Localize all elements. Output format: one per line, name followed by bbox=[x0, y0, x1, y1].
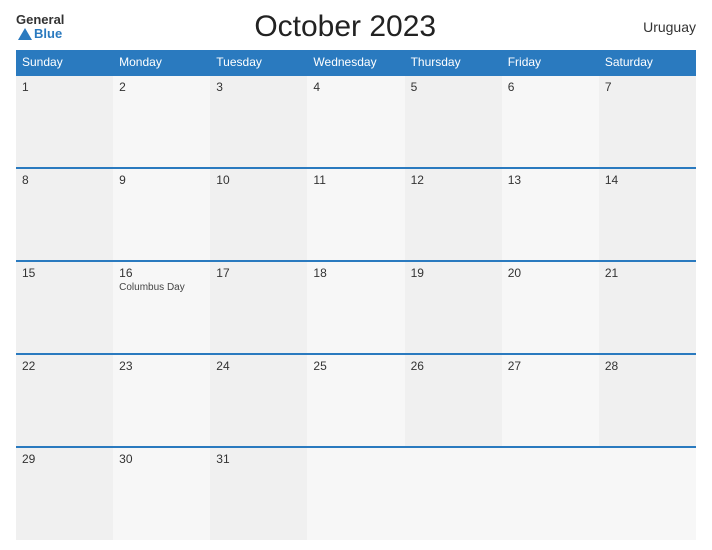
day-cell-3-1: 23 bbox=[113, 354, 210, 447]
day-cell-0-1: 2 bbox=[113, 75, 210, 168]
calendar-page: General Blue October 2023 Uruguay Sunday… bbox=[0, 0, 712, 550]
header-saturday: Saturday bbox=[599, 50, 696, 75]
day-cell-4-6 bbox=[599, 447, 696, 540]
header-monday: Monday bbox=[113, 50, 210, 75]
logo: General Blue bbox=[16, 13, 64, 42]
day-cell-0-3: 4 bbox=[307, 75, 404, 168]
day-number: 31 bbox=[216, 452, 301, 466]
week-row-3: 15 16 Columbus Day 17 18 19 20 21 bbox=[16, 261, 696, 354]
day-number: 22 bbox=[22, 359, 107, 373]
day-cell-2-4: 19 bbox=[405, 261, 502, 354]
day-number: 13 bbox=[508, 173, 593, 187]
days-header-row: Sunday Monday Tuesday Wednesday Thursday… bbox=[16, 50, 696, 75]
logo-triangle-icon bbox=[18, 28, 32, 40]
week-row-2: 89 10 11 12 13 14 bbox=[16, 168, 696, 261]
header-tuesday: Tuesday bbox=[210, 50, 307, 75]
page-header: General Blue October 2023 Uruguay bbox=[16, 10, 696, 44]
day-cell-2-6: 21 bbox=[599, 261, 696, 354]
logo-blue-text: Blue bbox=[16, 27, 62, 41]
day-number: 29 bbox=[22, 452, 107, 466]
header-friday: Friday bbox=[502, 50, 599, 75]
week-row-1: 1234567 bbox=[16, 75, 696, 168]
day-number: 30 bbox=[119, 452, 204, 466]
day-cell-3-2: 24 bbox=[210, 354, 307, 447]
header-thursday: Thursday bbox=[405, 50, 502, 75]
calendar-table: Sunday Monday Tuesday Wednesday Thursday… bbox=[16, 50, 696, 540]
day-number: 20 bbox=[508, 266, 593, 280]
day-number: 10 bbox=[216, 173, 301, 187]
day-cell-1-5: 13 bbox=[502, 168, 599, 261]
day-number: 23 bbox=[119, 359, 204, 373]
week-row-5: 29 30 31 bbox=[16, 447, 696, 540]
day-cell-1-4: 12 bbox=[405, 168, 502, 261]
day-cell-1-3: 11 bbox=[307, 168, 404, 261]
day-number: 26 bbox=[411, 359, 496, 373]
day-cell-1-2: 10 bbox=[210, 168, 307, 261]
day-number: 9 bbox=[119, 173, 204, 187]
day-cell-1-6: 14 bbox=[599, 168, 696, 261]
day-cell-3-0: 22 bbox=[16, 354, 113, 447]
day-cell-0-2: 3 bbox=[210, 75, 307, 168]
day-number: 27 bbox=[508, 359, 593, 373]
day-number: 14 bbox=[605, 173, 690, 187]
day-cell-0-6: 7 bbox=[599, 75, 696, 168]
day-number: 1 bbox=[22, 80, 107, 94]
day-number: 6 bbox=[508, 80, 593, 94]
day-cell-0-5: 6 bbox=[502, 75, 599, 168]
day-number: 11 bbox=[313, 173, 398, 187]
logo-general-text: General bbox=[16, 13, 64, 27]
day-number: 25 bbox=[313, 359, 398, 373]
day-cell-3-6: 28 bbox=[599, 354, 696, 447]
page-title: October 2023 bbox=[64, 10, 626, 44]
day-cell-4-3 bbox=[307, 447, 404, 540]
day-number: 28 bbox=[605, 359, 690, 373]
day-cell-2-2: 17 bbox=[210, 261, 307, 354]
day-number: 18 bbox=[313, 266, 398, 280]
header-wednesday: Wednesday bbox=[307, 50, 404, 75]
day-number: 3 bbox=[216, 80, 301, 94]
day-cell-4-5 bbox=[502, 447, 599, 540]
day-number: 7 bbox=[605, 80, 690, 94]
day-number: 8 bbox=[22, 173, 107, 187]
day-cell-1-1: 9 bbox=[113, 168, 210, 261]
day-number: 15 bbox=[22, 266, 107, 280]
day-number: 5 bbox=[411, 80, 496, 94]
day-event: Columbus Day bbox=[119, 282, 204, 293]
day-cell-3-4: 26 bbox=[405, 354, 502, 447]
day-number: 16 bbox=[119, 266, 204, 280]
day-cell-3-5: 27 bbox=[502, 354, 599, 447]
day-number: 2 bbox=[119, 80, 204, 94]
week-row-4: 22 23 24 25 26 27 28 bbox=[16, 354, 696, 447]
day-cell-2-0: 15 bbox=[16, 261, 113, 354]
day-cell-4-2: 31 bbox=[210, 447, 307, 540]
day-cell-0-0: 1 bbox=[16, 75, 113, 168]
day-cell-4-4 bbox=[405, 447, 502, 540]
header-sunday: Sunday bbox=[16, 50, 113, 75]
day-cell-2-5: 20 bbox=[502, 261, 599, 354]
day-cell-2-3: 18 bbox=[307, 261, 404, 354]
day-cell-2-1: 16 Columbus Day bbox=[113, 261, 210, 354]
day-number: 19 bbox=[411, 266, 496, 280]
day-cell-0-4: 5 bbox=[405, 75, 502, 168]
day-cell-1-0: 8 bbox=[16, 168, 113, 261]
day-number: 12 bbox=[411, 173, 496, 187]
day-number: 21 bbox=[605, 266, 690, 280]
day-number: 4 bbox=[313, 80, 398, 94]
country-label: Uruguay bbox=[626, 19, 696, 35]
day-cell-4-1: 30 bbox=[113, 447, 210, 540]
day-number: 17 bbox=[216, 266, 301, 280]
day-cell-4-0: 29 bbox=[16, 447, 113, 540]
day-cell-3-3: 25 bbox=[307, 354, 404, 447]
day-number: 24 bbox=[216, 359, 301, 373]
